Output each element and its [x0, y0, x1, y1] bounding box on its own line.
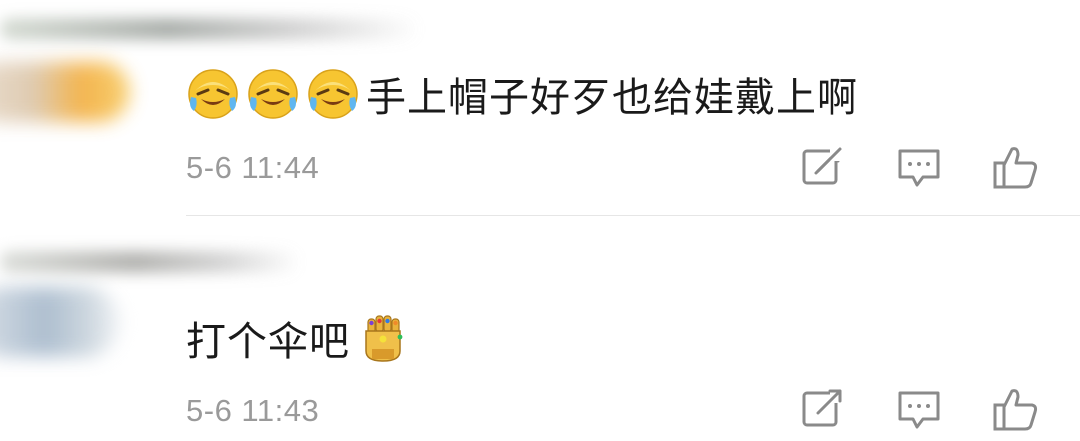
- comment-item: 手上帽子好歹也给娃戴上啊 5-6 11:44: [0, 0, 1080, 216]
- share-icon[interactable]: [796, 383, 848, 435]
- like-icon[interactable]: [990, 141, 1042, 193]
- share-icon[interactable]: [796, 141, 848, 193]
- avatar[interactable]: [0, 287, 120, 357]
- comment-text: 手上帽子好歹也给娃戴上啊: [186, 67, 858, 121]
- username[interactable]: [0, 18, 420, 40]
- reply-icon[interactable]: [893, 383, 945, 435]
- timestamp: 5-6 11:43: [186, 393, 320, 428]
- comment-body: 手上帽子好歹也给娃戴上啊: [366, 75, 858, 121]
- username[interactable]: [0, 251, 300, 273]
- timestamp: 5-6 11:44: [186, 150, 320, 185]
- laugh-cry-emoji: [186, 67, 240, 121]
- laugh-cry-emoji: [306, 67, 360, 121]
- infinity-gauntlet-emoji: [356, 311, 410, 365]
- comment-text: 打个伞吧: [186, 311, 410, 365]
- comment-item: 打个伞吧 5-6 11:43: [0, 217, 1080, 441]
- like-icon[interactable]: [990, 383, 1042, 435]
- reply-icon[interactable]: [893, 141, 945, 193]
- laugh-cry-emoji: [246, 67, 300, 121]
- avatar[interactable]: [0, 62, 130, 122]
- divider: [186, 215, 1080, 216]
- comment-body: 打个伞吧: [186, 319, 350, 365]
